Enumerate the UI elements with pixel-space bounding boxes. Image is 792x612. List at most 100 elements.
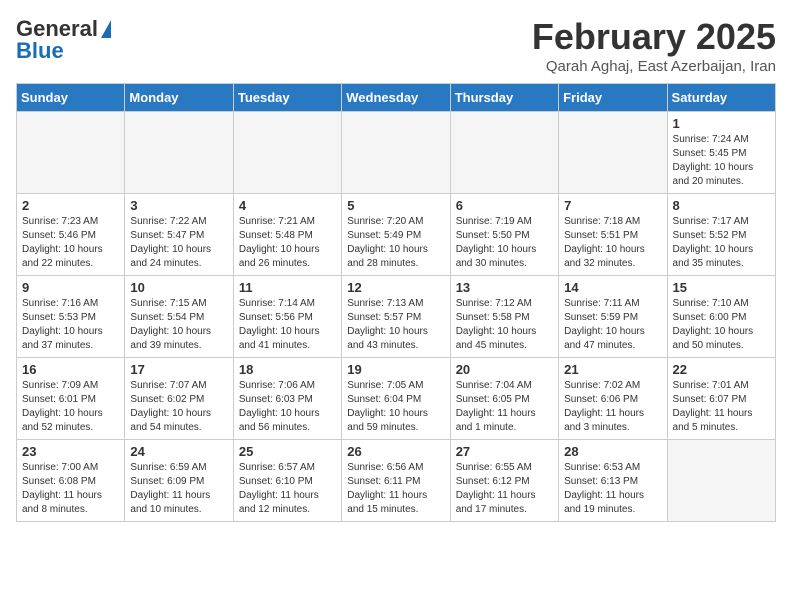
calendar-cell: 26 Sunrise: 6:56 AMSunset: 6:11 PMDayligh…	[342, 440, 450, 522]
week-row-4: 16 Sunrise: 7:09 AMSunset: 6:01 PMDayligh…	[17, 358, 776, 440]
calendar-cell: 17Sunrise: 7:07 AMSunset: 6:02 PMDayligh…	[125, 358, 233, 440]
day-info: Sunrise: 7:10 AMSunset: 6:00 PMDaylight:…	[673, 297, 770, 353]
calendar-cell: 3 Sunrise: 7:22 AMSunset: 5:47 PMDaylight…	[125, 194, 233, 276]
day-info: Sunrise: 7:14 AMSunset: 5:56 PMDaylight:…	[239, 297, 336, 353]
calendar-cell	[342, 112, 450, 194]
day-number: 16	[22, 362, 119, 377]
logo-icon	[101, 20, 111, 38]
calendar-header-thursday: Thursday	[450, 84, 558, 112]
day-number: 28	[564, 444, 661, 459]
day-number: 23	[22, 444, 119, 459]
calendar-cell	[233, 112, 341, 194]
day-number: 4	[239, 198, 336, 213]
day-number: 26	[347, 444, 444, 459]
calendar-cell: 14 Sunrise: 7:11 AMSunset: 5:59 PMDayligh…	[559, 276, 667, 358]
day-number: 1	[673, 116, 770, 131]
calendar-cell: 24 Sunrise: 6:59 AMSunset: 6:09 PMDayligh…	[125, 440, 233, 522]
day-info: Sunrise: 7:19 AMSunset: 5:50 PMDaylight:…	[456, 215, 553, 271]
day-info: Sunrise: 7:18 AMSunset: 5:51 PMDaylight:…	[564, 215, 661, 271]
week-row-1: 1 Sunrise: 7:24 AMSunset: 5:45 PMDaylight…	[17, 112, 776, 194]
day-info: Sunrise: 6:55 AMSunset: 6:12 PMDaylight:…	[456, 461, 553, 517]
calendar-cell: 7 Sunrise: 7:18 AMSunset: 5:51 PMDaylight…	[559, 194, 667, 276]
calendar-cell: 18Sunrise: 7:06 AMSunset: 6:03 PMDayligh…	[233, 358, 341, 440]
day-number: 3	[130, 198, 227, 213]
calendar-header-row: SundayMondayTuesdayWednesdayThursdayFrid…	[17, 84, 776, 112]
calendar-header-friday: Friday	[559, 84, 667, 112]
calendar-cell	[450, 112, 558, 194]
title-area: February 2025 Qarah Aghaj, East Azerbaij…	[532, 16, 776, 75]
calendar-cell: 11 Sunrise: 7:14 AMSunset: 5:56 PMDayligh…	[233, 276, 341, 358]
week-row-2: 2 Sunrise: 7:23 AMSunset: 5:46 PMDaylight…	[17, 194, 776, 276]
day-number: 8	[673, 198, 770, 213]
day-number: 10	[130, 280, 227, 295]
calendar-cell	[17, 112, 125, 194]
day-number: 24	[130, 444, 227, 459]
day-number: 14	[564, 280, 661, 295]
day-info: Sunrise: 7:06 AMSunset: 6:03 PMDaylight:…	[239, 379, 336, 435]
day-info: Sunrise: 6:56 AMSunset: 6:11 PMDaylight:…	[347, 461, 444, 517]
location-title: Qarah Aghaj, East Azerbaijan, Iran	[532, 58, 776, 75]
day-number: 11	[239, 280, 336, 295]
calendar-cell: 4 Sunrise: 7:21 AMSunset: 5:48 PMDaylight…	[233, 194, 341, 276]
calendar-cell: 15 Sunrise: 7:10 AMSunset: 6:00 PMDayligh…	[667, 276, 775, 358]
calendar-cell: 12Sunrise: 7:13 AMSunset: 5:57 PMDayligh…	[342, 276, 450, 358]
calendar-cell: 6 Sunrise: 7:19 AMSunset: 5:50 PMDaylight…	[450, 194, 558, 276]
day-number: 15	[673, 280, 770, 295]
day-info: Sunrise: 7:11 AMSunset: 5:59 PMDaylight:…	[564, 297, 661, 353]
day-info: Sunrise: 7:17 AMSunset: 5:52 PMDaylight:…	[673, 215, 770, 271]
calendar-cell: 8 Sunrise: 7:17 AMSunset: 5:52 PMDaylight…	[667, 194, 775, 276]
day-number: 9	[22, 280, 119, 295]
calendar-cell: 23Sunrise: 7:00 AMSunset: 6:08 PMDayligh…	[17, 440, 125, 522]
day-info: Sunrise: 7:15 AMSunset: 5:54 PMDaylight:…	[130, 297, 227, 353]
day-info: Sunrise: 6:53 AMSunset: 6:13 PMDaylight:…	[564, 461, 661, 517]
calendar-header-tuesday: Tuesday	[233, 84, 341, 112]
day-number: 22	[673, 362, 770, 377]
calendar-cell	[667, 440, 775, 522]
calendar: SundayMondayTuesdayWednesdayThursdayFrid…	[16, 83, 776, 522]
day-info: Sunrise: 7:24 AMSunset: 5:45 PMDaylight:…	[673, 133, 770, 189]
day-number: 21	[564, 362, 661, 377]
day-number: 19	[347, 362, 444, 377]
calendar-header-wednesday: Wednesday	[342, 84, 450, 112]
calendar-cell: 21 Sunrise: 7:02 AMSunset: 6:06 PMDayligh…	[559, 358, 667, 440]
calendar-cell: 20 Sunrise: 7:04 AMSunset: 6:05 PMDayligh…	[450, 358, 558, 440]
day-info: Sunrise: 7:05 AMSunset: 6:04 PMDaylight:…	[347, 379, 444, 435]
day-info: Sunrise: 7:12 AMSunset: 5:58 PMDaylight:…	[456, 297, 553, 353]
day-number: 20	[456, 362, 553, 377]
calendar-cell: 2 Sunrise: 7:23 AMSunset: 5:46 PMDaylight…	[17, 194, 125, 276]
day-info: Sunrise: 7:04 AMSunset: 6:05 PMDaylight:…	[456, 379, 553, 435]
day-info: Sunrise: 7:20 AMSunset: 5:49 PMDaylight:…	[347, 215, 444, 271]
day-number: 13	[456, 280, 553, 295]
logo: General Blue	[16, 16, 111, 64]
calendar-cell: 22 Sunrise: 7:01 AMSunset: 6:07 PMDayligh…	[667, 358, 775, 440]
day-number: 27	[456, 444, 553, 459]
day-info: Sunrise: 7:01 AMSunset: 6:07 PMDaylight:…	[673, 379, 770, 435]
day-info: Sunrise: 6:57 AMSunset: 6:10 PMDaylight:…	[239, 461, 336, 517]
day-info: Sunrise: 7:16 AMSunset: 5:53 PMDaylight:…	[22, 297, 119, 353]
day-info: Sunrise: 7:23 AMSunset: 5:46 PMDaylight:…	[22, 215, 119, 271]
calendar-cell: 19 Sunrise: 7:05 AMSunset: 6:04 PMDayligh…	[342, 358, 450, 440]
day-number: 12	[347, 280, 444, 295]
month-title: February 2025	[532, 16, 776, 58]
day-number: 6	[456, 198, 553, 213]
calendar-cell: 5 Sunrise: 7:20 AMSunset: 5:49 PMDaylight…	[342, 194, 450, 276]
calendar-cell: 27 Sunrise: 6:55 AMSunset: 6:12 PMDayligh…	[450, 440, 558, 522]
day-number: 5	[347, 198, 444, 213]
day-info: Sunrise: 7:02 AMSunset: 6:06 PMDaylight:…	[564, 379, 661, 435]
week-row-3: 9 Sunrise: 7:16 AMSunset: 5:53 PMDaylight…	[17, 276, 776, 358]
day-info: Sunrise: 6:59 AMSunset: 6:09 PMDaylight:…	[130, 461, 227, 517]
day-number: 25	[239, 444, 336, 459]
header: General Blue February 2025 Qarah Aghaj, …	[16, 16, 776, 75]
day-info: Sunrise: 7:21 AMSunset: 5:48 PMDaylight:…	[239, 215, 336, 271]
calendar-header-sunday: Sunday	[17, 84, 125, 112]
day-info: Sunrise: 7:09 AMSunset: 6:01 PMDaylight:…	[22, 379, 119, 435]
calendar-cell: 13 Sunrise: 7:12 AMSunset: 5:58 PMDayligh…	[450, 276, 558, 358]
calendar-cell	[125, 112, 233, 194]
day-number: 7	[564, 198, 661, 213]
calendar-cell: 9 Sunrise: 7:16 AMSunset: 5:53 PMDaylight…	[17, 276, 125, 358]
day-info: Sunrise: 7:22 AMSunset: 5:47 PMDaylight:…	[130, 215, 227, 271]
day-number: 2	[22, 198, 119, 213]
calendar-header-monday: Monday	[125, 84, 233, 112]
calendar-header-saturday: Saturday	[667, 84, 775, 112]
calendar-cell: 10 Sunrise: 7:15 AMSunset: 5:54 PMDayligh…	[125, 276, 233, 358]
